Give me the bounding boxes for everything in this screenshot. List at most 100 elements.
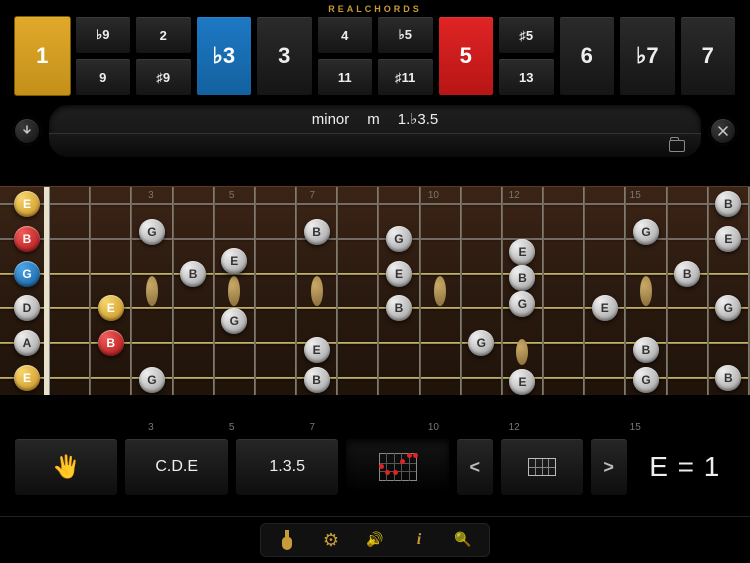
fret-marker: 15 — [615, 422, 655, 433]
interval-♭7[interactable]: ♭7 — [619, 16, 676, 96]
open-note-E[interactable]: E — [14, 365, 40, 391]
fret-marker — [373, 190, 413, 201]
fret-marker — [655, 422, 695, 433]
search-icon[interactable] — [453, 530, 473, 550]
fret-marker: 3 — [131, 422, 171, 433]
fret-markers-top: 357101215 — [50, 190, 736, 201]
hand-button[interactable]: 🖐 — [14, 438, 118, 496]
fret-note[interactable]: E — [592, 295, 618, 321]
fret-marker — [252, 190, 292, 201]
info-icon[interactable]: i — [409, 530, 429, 550]
fret-markers-bottom: 357101215 — [50, 422, 736, 433]
fret-note[interactable]: E — [386, 261, 412, 287]
fret-note[interactable]: B — [509, 265, 535, 291]
fret-note[interactable]: B — [304, 367, 330, 393]
prev-voicing-button[interactable]: < — [456, 438, 494, 496]
fret-note[interactable]: E — [221, 248, 247, 274]
interval-♯11[interactable]: ♯11 — [377, 58, 434, 96]
interval-13[interactable]: 13 — [498, 58, 555, 96]
root-readout: E = 1 — [634, 438, 736, 496]
interval-3[interactable]: 3 — [256, 16, 313, 96]
fret-note[interactable]: G — [633, 367, 659, 393]
interval-6[interactable]: 6 — [559, 16, 616, 96]
fret-marker — [655, 190, 695, 201]
next-voicing-button[interactable]: > — [590, 438, 628, 496]
fret-note[interactable]: G — [139, 219, 165, 245]
fret-note[interactable]: E — [715, 226, 741, 252]
fret-marker — [252, 422, 292, 433]
interval-11[interactable]: 11 — [317, 58, 374, 96]
folder-icon[interactable] — [669, 140, 685, 152]
fret-note[interactable]: G — [715, 295, 741, 321]
interval-7[interactable]: 7 — [680, 16, 737, 96]
open-note-E[interactable]: E — [14, 191, 40, 217]
fret-note[interactable]: G — [386, 226, 412, 252]
fret-note[interactable]: B — [715, 365, 741, 391]
chord-formula: 1.♭3.5 — [398, 110, 438, 128]
fret-marker: 7 — [292, 422, 332, 433]
fret-marker — [534, 190, 574, 201]
fret-marker — [454, 190, 494, 201]
fret-note[interactable]: E — [509, 239, 535, 265]
fret-note[interactable]: B — [674, 261, 700, 287]
interval-1[interactable]: 1 — [14, 16, 71, 96]
interval-4[interactable]: 4 — [317, 16, 374, 54]
fret-marker — [575, 190, 615, 201]
fret-marker: 3 — [131, 190, 171, 201]
chord-diagram-button[interactable] — [345, 438, 449, 496]
fret-note[interactable]: B — [633, 337, 659, 363]
fret-note[interactable]: E — [509, 369, 535, 395]
fret-marker — [90, 190, 130, 201]
fret-grid[interactable]: EBGGBEGBEBGEBGEBGEEGBGBBEGB — [50, 187, 750, 395]
chord-display[interactable]: minor m 1.♭3.5 — [48, 104, 702, 158]
interval-♭9[interactable]: ♭9 — [75, 16, 132, 54]
fret-marker — [333, 422, 373, 433]
voicing-grid-button[interactable] — [500, 438, 584, 496]
fret-marker — [90, 422, 130, 433]
open-note-A[interactable]: A — [14, 330, 40, 356]
clear-button[interactable] — [710, 118, 736, 144]
chord-name: minor — [312, 111, 350, 128]
fret-marker — [696, 190, 736, 201]
interval-♯9[interactable]: ♯9 — [135, 58, 192, 96]
fret-marker: 5 — [211, 422, 251, 433]
open-note-G[interactable]: G — [14, 261, 40, 287]
fret-note[interactable]: B — [304, 219, 330, 245]
open-note-D[interactable]: D — [14, 295, 40, 321]
fretboard-view-icon[interactable] — [277, 530, 297, 550]
fretboard[interactable]: EBGDAE EBGGBEGBEBGEBGEBGEEGBGBBEGB — [0, 186, 750, 396]
chord-symbol: m — [367, 111, 380, 128]
interval-♯5[interactable]: ♯5 — [498, 16, 555, 54]
open-string-notes: EBGDAE — [14, 187, 40, 395]
interval-2[interactable]: 2 — [135, 16, 192, 54]
interval-♭5[interactable]: ♭5 — [377, 16, 434, 54]
settings-icon[interactable] — [321, 530, 341, 550]
fret-note[interactable]: G — [221, 308, 247, 334]
interval-5[interactable]: 5 — [438, 16, 495, 96]
fret-note[interactable]: E — [98, 295, 124, 321]
fret-note[interactable]: B — [180, 261, 206, 287]
fret-marker — [50, 190, 90, 201]
interval-9[interactable]: 9 — [75, 58, 132, 96]
fret-note[interactable]: G — [139, 367, 165, 393]
fret-marker: 12 — [494, 190, 534, 201]
interval-selector: 1♭9 92 ♯9♭334 11♭5 ♯115♯5 136♭77 — [0, 16, 750, 96]
fret-note[interactable]: B — [386, 295, 412, 321]
hand-icon: 🖐 — [53, 454, 80, 480]
fret-note[interactable]: E — [304, 337, 330, 363]
interval-names-button[interactable]: 1.3.5 — [235, 438, 339, 496]
fret-note[interactable]: B — [98, 330, 124, 356]
fret-note[interactable]: G — [468, 330, 494, 356]
sound-icon[interactable] — [365, 530, 385, 550]
interval-♭3[interactable]: ♭3 — [196, 16, 253, 96]
fret-marker — [171, 190, 211, 201]
fret-marker — [373, 422, 413, 433]
fret-marker: 10 — [413, 422, 453, 433]
note-names-button[interactable]: C.D.E — [124, 438, 228, 496]
fret-note[interactable]: G — [633, 219, 659, 245]
fret-marker — [333, 190, 373, 201]
download-button[interactable] — [14, 118, 40, 144]
fret-note[interactable]: G — [509, 291, 535, 317]
open-note-B[interactable]: B — [14, 226, 40, 252]
grid-icon — [528, 458, 556, 476]
